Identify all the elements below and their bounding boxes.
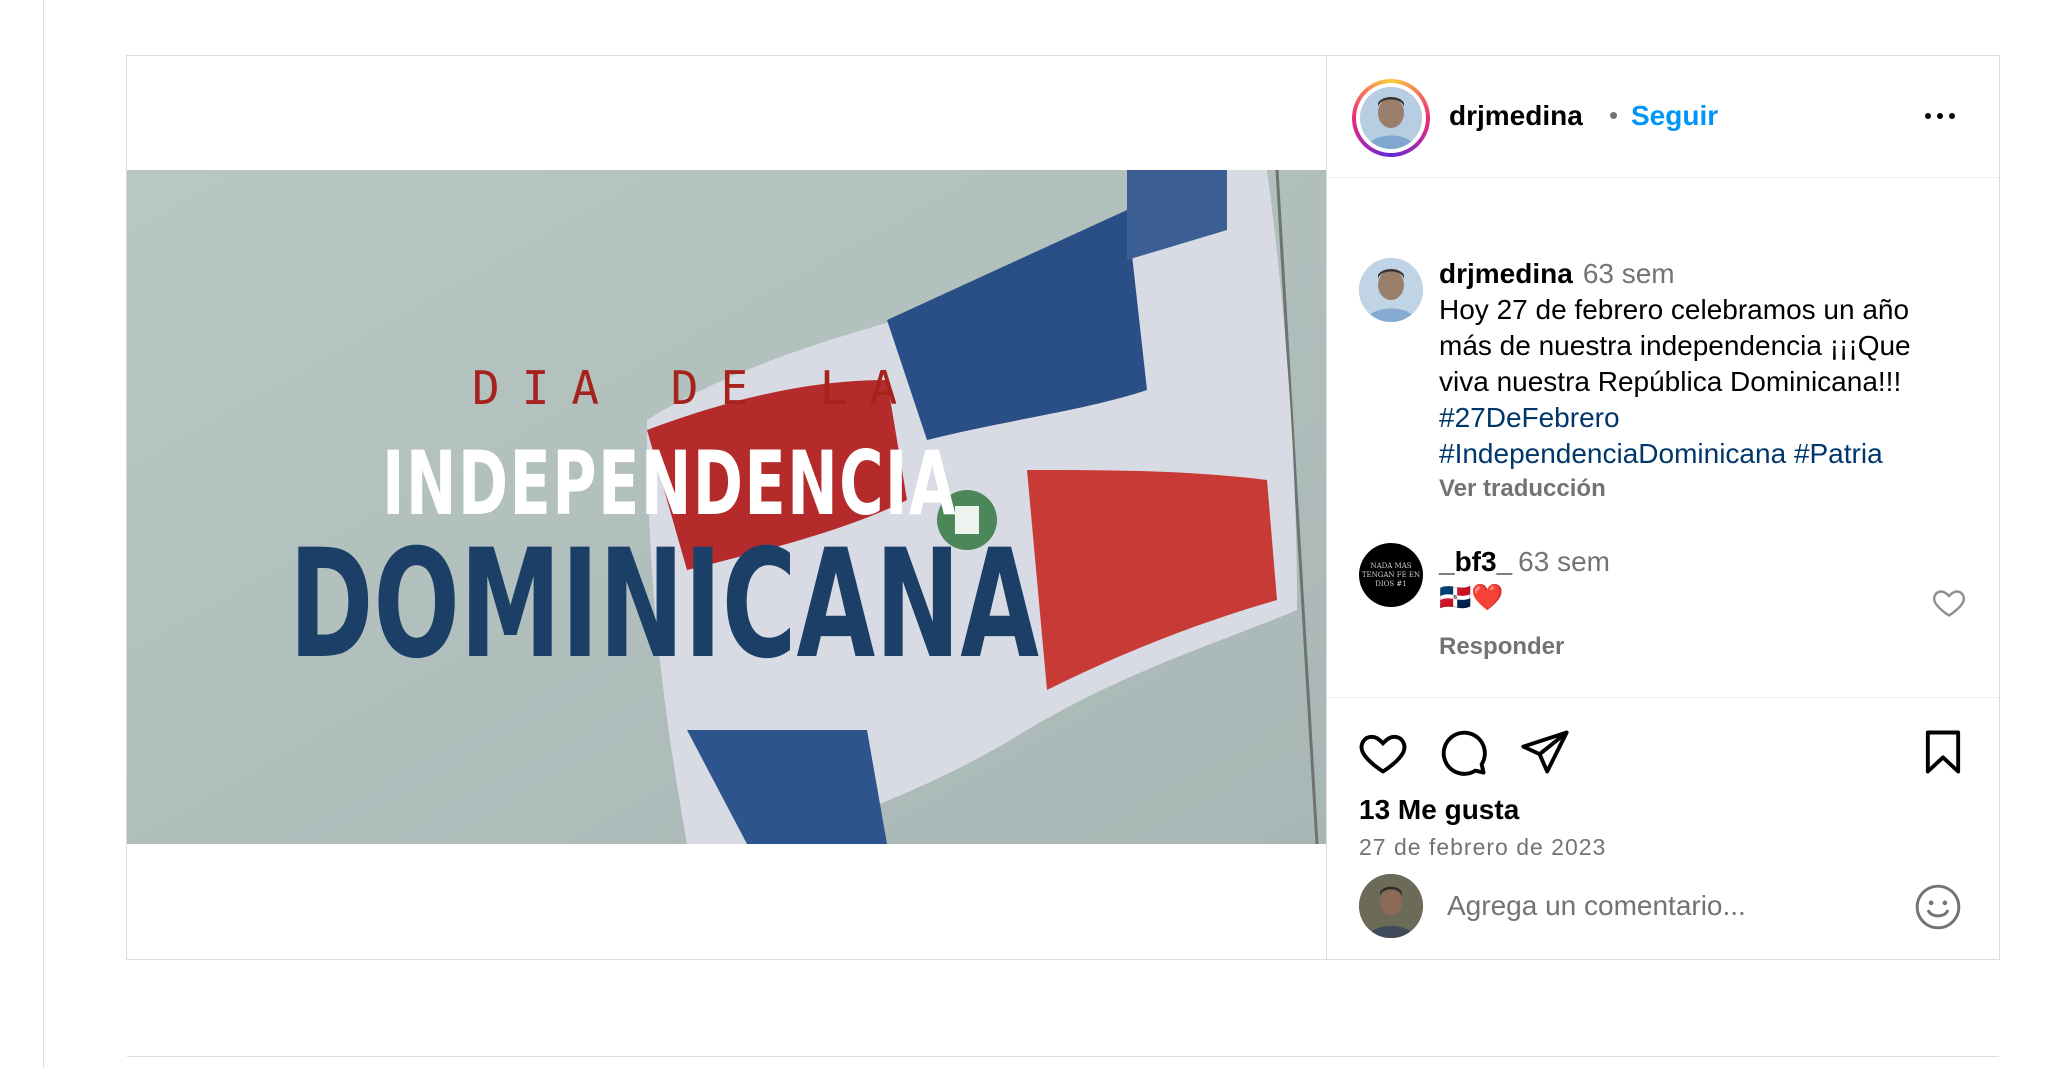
see-translation-link[interactable]: Ver traducción [1439, 475, 1606, 503]
comment-text: 🇩🇴❤️ [1439, 582, 1504, 612]
hashtag-link[interactable]: #Patria [1794, 438, 1883, 469]
caption-time: 63 sem [1582, 258, 1675, 289]
likes-count[interactable]: 13 Me gusta [1359, 794, 1519, 826]
hashtag-link[interactable]: #IndependenciaDominicana [1439, 438, 1786, 469]
comment-icon[interactable] [1437, 726, 1489, 778]
person-avatar-icon [1360, 87, 1422, 149]
post-sidebar: drjmedina • Seguir drjmedina 63 sem Hoy 2… [1327, 56, 1999, 959]
independence-banner-image: DIA DE LA INDEPENDENCIA DOMINICANA [127, 170, 1326, 844]
comment-avatar[interactable]: NADA MAS TENGAN FE EN DIOS #1 [1359, 543, 1423, 607]
left-divider [43, 0, 44, 1068]
follow-button[interactable]: Seguir [1631, 100, 1718, 132]
avatar[interactable] [1360, 87, 1422, 149]
person-avatar-icon [1359, 874, 1423, 938]
banner-line-3: DOMINICANA [289, 518, 1039, 692]
more-horizontal-icon[interactable] [1925, 104, 1965, 128]
caption: drjmedina 63 sem Hoy 27 de febrero celebr… [1439, 256, 1959, 472]
header-username[interactable]: drjmedina [1449, 100, 1583, 132]
person-avatar-icon [1359, 258, 1423, 322]
current-user-avatar [1359, 874, 1423, 938]
caption-avatar[interactable] [1359, 258, 1423, 322]
comment-like-heart-icon[interactable] [1931, 584, 1967, 620]
comment-time: 63 sem [1518, 546, 1610, 577]
post-image[interactable]: DIA DE LA INDEPENDENCIA DOMINICANA [127, 56, 1327, 959]
comment-username[interactable]: _bf3_ [1439, 546, 1512, 577]
hashtag-link[interactable]: #27DeFebrero [1439, 402, 1620, 433]
banner-line-1: DIA DE LA [472, 361, 919, 415]
add-comment-input[interactable] [1447, 886, 1897, 926]
action-bar: 13 Me gusta 27 de febrero de 2023 [1327, 698, 1999, 861]
post-date[interactable]: 27 de febrero de 2023 [1359, 834, 1606, 861]
heart-icon[interactable] [1357, 726, 1409, 778]
reply-button[interactable]: Responder [1439, 633, 1564, 661]
comment: _bf3_ 63 sem [1439, 544, 1610, 580]
caption-username[interactable]: drjmedina [1439, 258, 1573, 289]
header-separator: • [1609, 100, 1619, 130]
post-card: DIA DE LA INDEPENDENCIA DOMINICANA drjme… [126, 55, 2000, 960]
story-ring[interactable] [1352, 79, 1430, 157]
emoji-icon[interactable] [1913, 882, 1963, 932]
caption-text: Hoy 27 de febrero celebramos un año más … [1439, 294, 1911, 397]
comments-section: drjmedina 63 sem Hoy 27 de febrero celebr… [1327, 178, 1999, 698]
share-icon[interactable] [1519, 726, 1571, 778]
avatar-text: NADA MAS TENGAN FE EN DIOS #1 [1361, 561, 1421, 588]
bookmark-icon[interactable] [1917, 726, 1969, 778]
add-comment-bar [1327, 874, 1999, 958]
post-header: drjmedina • Seguir [1327, 56, 1999, 178]
bottom-divider [127, 1056, 1999, 1057]
